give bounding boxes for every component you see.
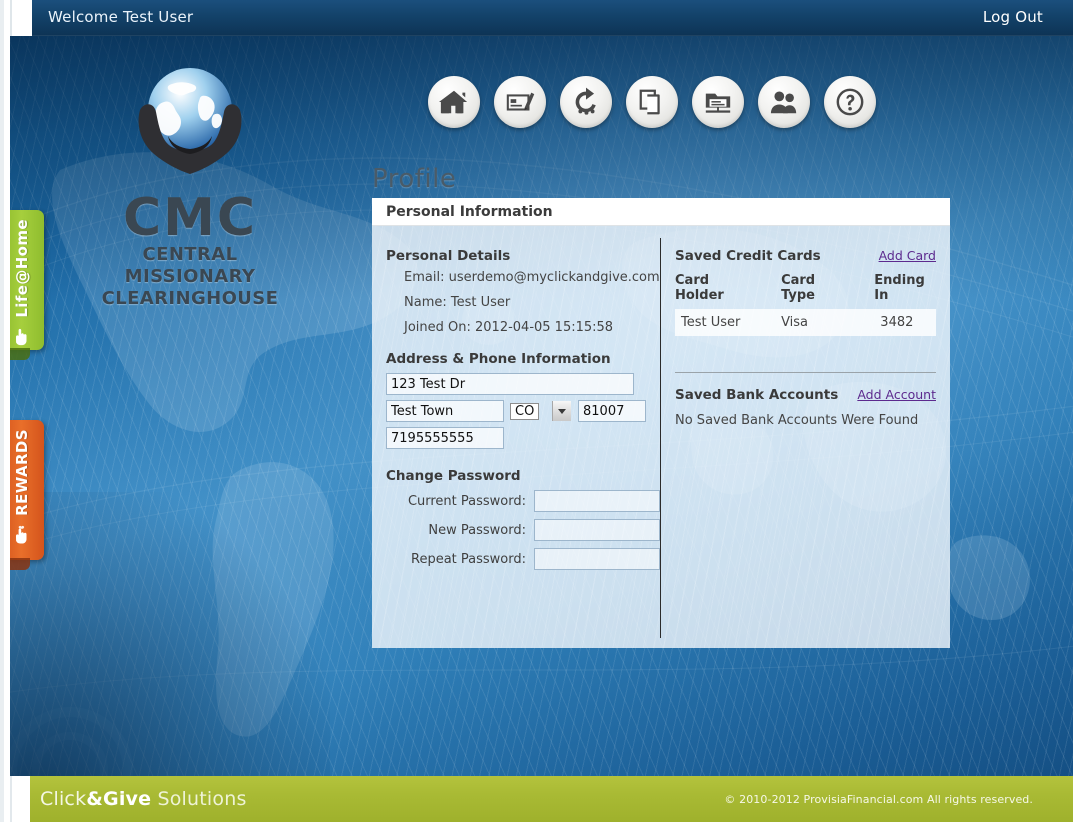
table-header-row: Card Holder Card Type Ending In (675, 273, 936, 309)
cell-card-holder: Test User (675, 309, 748, 336)
column-header-ending-in: Ending In (874, 273, 925, 303)
window-left-chrome-inner (0, 0, 4, 822)
logo-line-3: CLEARINGHOUSE (101, 288, 279, 309)
site-logo[interactable]: CMC CENTRAL MISSIONARY CLEARINGHOUSE (100, 62, 280, 309)
panel-header: Personal Information (372, 198, 950, 226)
phone-input[interactable] (386, 427, 504, 449)
footer-bar: Click&Give Solutions © 2010-2012 Provisi… (0, 776, 1073, 822)
nav-people-button[interactable] (758, 76, 810, 128)
footer-brand-a: Click (40, 788, 87, 810)
cell-ending-in: 3482 (838, 309, 936, 336)
table-row[interactable]: Test User Visa 3482 (675, 309, 936, 336)
zip-input[interactable] (578, 400, 646, 422)
nav-documents-button[interactable] (626, 76, 678, 128)
footer-copyright: © 2010-2012 ProvisiaFinancial.com All ri… (724, 793, 1033, 806)
column-header-card-holder: Card Holder (675, 273, 724, 303)
right-column: Saved Credit Cards Add Card Card Holder … (661, 226, 950, 648)
new-password-label: New Password: (428, 522, 526, 538)
main-nav (428, 76, 876, 128)
credit-cards-table: Card Holder Card Type Ending In Test Use… (675, 273, 936, 336)
change-password-heading: Change Password (386, 468, 521, 484)
footer-brand-b: &Give (86, 788, 152, 810)
background-corner-shade (0, 492, 330, 822)
repeat-password-input[interactable] (534, 548, 660, 570)
logo-line-2: MISSIONARY (124, 266, 256, 287)
new-password-row: New Password: (386, 519, 660, 541)
chevron-down-icon[interactable] (552, 401, 571, 421)
address-row-street (386, 373, 660, 395)
question-mark-icon (835, 87, 865, 117)
logo-mark: CMC (122, 188, 258, 248)
check-pen-icon (505, 87, 535, 117)
email-value: Email: userdemo@myclickandgive.com (404, 270, 660, 285)
sidebar-item-life-at-home-label: Life@Home (13, 219, 31, 318)
personal-details-heading: Personal Details (386, 248, 511, 264)
address-row-city-state-zip: CO (386, 400, 660, 422)
copy-pages-icon (637, 87, 667, 117)
state-select-value: CO (510, 403, 540, 420)
bank-accounts-header: Saved Bank Accounts Add Account (675, 387, 936, 409)
panel-title: Personal Information (386, 203, 553, 220)
current-password-input[interactable] (534, 490, 660, 512)
nav-write-check-button[interactable] (494, 76, 546, 128)
name-value: Name: Test User (404, 295, 511, 310)
current-password-row: Current Password: (386, 490, 660, 512)
personal-information-panel: Personal Information Personal Details Em… (372, 198, 950, 648)
address-heading: Address & Phone Information (386, 351, 611, 367)
address-row-phone (386, 427, 660, 449)
refresh-arrow-icon (571, 87, 601, 117)
top-bar: Welcome Test User Log Out (0, 0, 1073, 36)
nav-recurring-button[interactable] (560, 76, 612, 128)
bank-accounts-empty-message: No Saved Bank Accounts Were Found (675, 413, 919, 428)
footer-brand-c: Solutions (151, 788, 247, 810)
credit-cards-heading: Saved Credit Cards (675, 248, 821, 264)
add-card-link[interactable]: Add Card (879, 248, 936, 263)
repeat-password-row: Repeat Password: (386, 548, 660, 570)
street-input[interactable] (386, 373, 634, 395)
app-window: Welcome Test User Log Out Life@Home REWA… (0, 0, 1073, 822)
state-select[interactable]: CO (510, 400, 572, 422)
panel-body: Personal Details Email: userdemo@myclick… (372, 226, 950, 648)
nav-archive-button[interactable] (692, 76, 744, 128)
nav-help-button[interactable] (824, 76, 876, 128)
gift-hand-icon (10, 523, 34, 551)
add-account-link[interactable]: Add Account (857, 387, 936, 402)
credit-cards-header: Saved Credit Cards Add Card (675, 248, 936, 270)
logout-link[interactable]: Log Out (983, 8, 1043, 26)
home-icon (439, 87, 469, 117)
repeat-password-label: Repeat Password: (411, 551, 526, 567)
city-input[interactable] (386, 400, 504, 422)
page-title: Profile (372, 164, 457, 194)
left-column: Personal Details Email: userdemo@myclick… (372, 226, 660, 648)
joined-on-value: Joined On: 2012-04-05 15:15:58 (404, 320, 614, 335)
two-people-icon (769, 87, 799, 117)
section-divider (675, 372, 936, 373)
nav-home-button[interactable] (428, 76, 480, 128)
cell-card-type: Visa (747, 309, 839, 336)
footer-brand: Click&Give Solutions (40, 788, 247, 810)
new-password-input[interactable] (534, 519, 660, 541)
folder-card-icon (703, 87, 733, 117)
column-header-card-type: Card Type (781, 273, 816, 303)
current-password-label: Current Password: (407, 493, 526, 509)
welcome-message: Welcome Test User (48, 8, 194, 26)
bank-accounts-heading: Saved Bank Accounts (675, 387, 839, 403)
sidebar-item-rewards-label: REWARDS (13, 429, 31, 516)
